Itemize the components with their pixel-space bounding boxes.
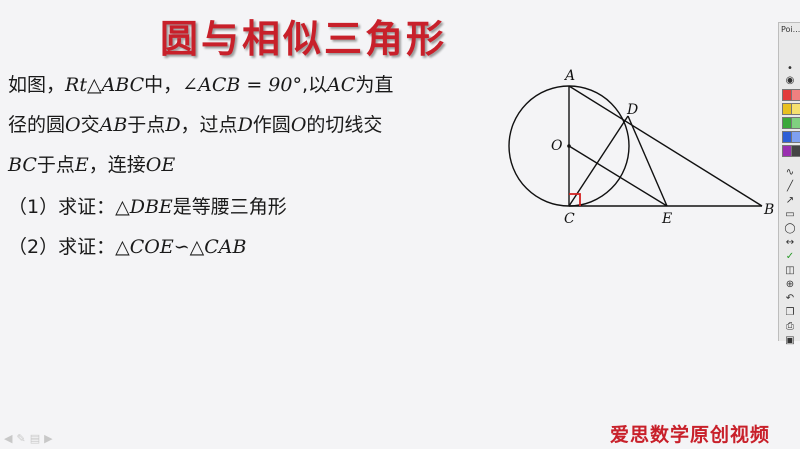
label-o: O	[551, 138, 563, 154]
problem-line-3: BC于点E，连接OE	[8, 154, 176, 176]
copy-icon[interactable]: ❐	[782, 307, 798, 319]
question-1: （1）求证：△DBE是等腰三角形	[8, 196, 287, 218]
label-e: E	[661, 211, 672, 227]
problem-line-1: 如图，Rt△ABC中，∠ACB = 90°,以AC为直	[8, 74, 394, 96]
slide-title: 圆与相似三角形	[160, 16, 448, 61]
ruler-icon[interactable]: ◫	[782, 265, 798, 277]
center-point	[567, 144, 571, 148]
label-b: B	[763, 202, 774, 218]
slide: 圆与相似三角形 如图，Rt△ABC中，∠ACB = 90°,以AC为直 径的圆O…	[0, 0, 800, 449]
rect-icon[interactable]: ▭	[782, 209, 798, 221]
question-2: （2）求证：△COE∽△CAB	[8, 236, 247, 258]
next-arrow-icon[interactable]: ▶	[44, 432, 56, 445]
color-black-swatch[interactable]	[791, 145, 800, 157]
watermark: 爱思数学原创视频	[610, 424, 771, 446]
color-lightyellow-swatch[interactable]	[791, 103, 800, 115]
geometry-figure: A D O C E B	[508, 68, 774, 227]
line-icon[interactable]: ╱	[782, 181, 798, 193]
tangent-de	[627, 115, 668, 207]
segment-oe	[568, 145, 668, 207]
color-pink-swatch[interactable]	[791, 89, 800, 101]
prev-arrow-icon[interactable]: ◀	[4, 432, 16, 445]
toolbar-title: Poi...	[781, 25, 800, 34]
ellipse-icon[interactable]: ◯	[782, 223, 798, 235]
circle-dot-icon[interactable]: ◉	[782, 75, 798, 87]
pen-icon[interactable]: ∿	[782, 167, 798, 179]
dot-icon[interactable]: •	[782, 63, 798, 75]
slide-controls: ◀✎▤▶	[4, 432, 57, 445]
menu-icon[interactable]: ▤	[30, 432, 44, 445]
pen-tool-icon[interactable]: ✎	[16, 432, 29, 445]
color-lightblue-swatch[interactable]	[791, 131, 800, 143]
label-d: D	[626, 102, 638, 118]
segment-ab	[568, 85, 763, 207]
arrows-icon[interactable]: ↔	[782, 237, 798, 249]
label-c: C	[564, 211, 575, 227]
label-a: A	[563, 68, 575, 84]
arrow-icon[interactable]: ↗	[782, 195, 798, 207]
check-icon[interactable]: ✓	[782, 251, 798, 263]
save-icon[interactable]: ▣	[782, 335, 798, 347]
color-lightgreen-swatch[interactable]	[791, 117, 800, 129]
zoom-icon[interactable]: ⊕	[782, 279, 798, 291]
segment-cd	[568, 115, 629, 207]
paint-toolbar: Poi... • ◉ ∿ ╱ ↗ ▭ ◯ ↔ ✓ ◫ ⊕ ↶ ❐ ⎙ ▣	[778, 22, 800, 346]
problem-line-2: 径的圆O交AB于点D，过点D作圆O的切线交	[8, 114, 383, 136]
print-icon[interactable]: ⎙	[782, 321, 798, 333]
undo-icon[interactable]: ↶	[782, 293, 798, 305]
